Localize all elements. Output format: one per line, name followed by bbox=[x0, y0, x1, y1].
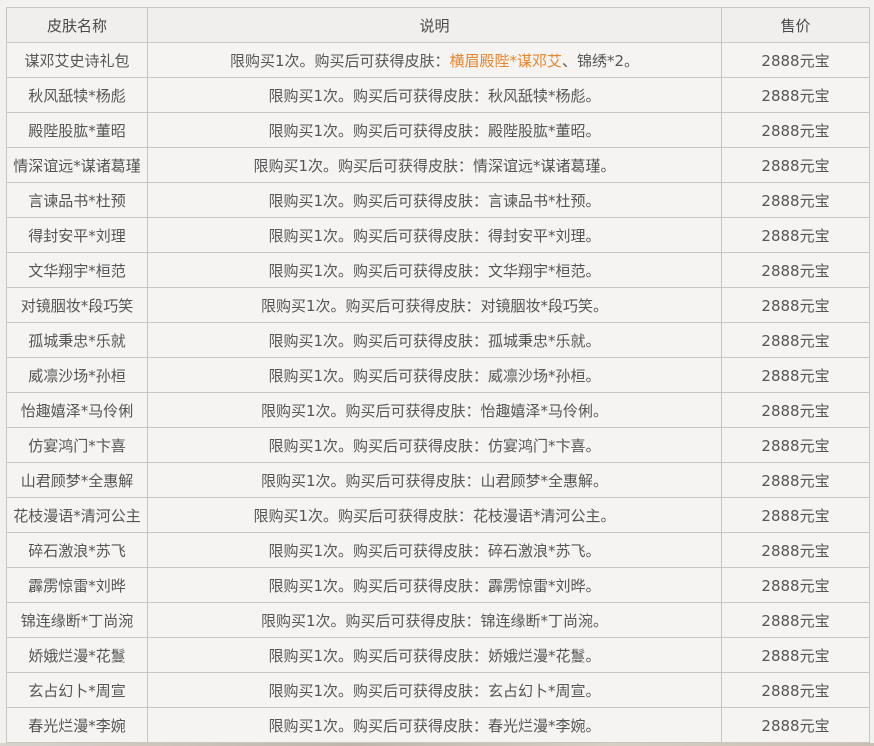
skin-name-cell: 文华翔宇*桓范 bbox=[6, 252, 148, 288]
skin-name-cell: 玄占幻卜*周宣 bbox=[6, 672, 148, 708]
skin-name-cell: 秋风舐犊*杨彪 bbox=[6, 77, 148, 113]
table-row: 情深谊远*谋诸葛瑾 限购买1次。购买后可获得皮肤：情深谊远*谋诸葛瑾。 2888… bbox=[6, 147, 870, 183]
price-cell: 2888元宝 bbox=[721, 427, 870, 463]
description-cell: 限购买1次。购买后可获得皮肤：得封安平*刘理。 bbox=[147, 217, 722, 253]
skin-name-cell: 霹雳惊雷*刘晔 bbox=[6, 567, 148, 603]
skin-name-cell: 得封安平*刘理 bbox=[6, 217, 148, 253]
table-row: 娇娥烂漫*花鬘 限购买1次。购买后可获得皮肤：娇娥烂漫*花鬘。 2888元宝 bbox=[6, 637, 870, 673]
description-cell: 限购买1次。购买后可获得皮肤：殿陛股肱*董昭。 bbox=[147, 112, 722, 148]
skin-name-cell: 娇娥烂漫*花鬘 bbox=[6, 637, 148, 673]
price-cell: 2888元宝 bbox=[721, 392, 870, 428]
description-cell: 限购买1次。购买后可获得皮肤：横眉殿陛*谋邓艾、锦绣*2。 bbox=[147, 42, 722, 78]
price-cell: 2888元宝 bbox=[721, 287, 870, 323]
table-row: 玄占幻卜*周宣 限购买1次。购买后可获得皮肤：玄占幻卜*周宣。 2888元宝 bbox=[6, 672, 870, 708]
skin-name-cell: 对镜胭妆*段巧笑 bbox=[6, 287, 148, 323]
table-row: 威凛沙场*孙桓 限购买1次。购买后可获得皮肤：威凛沙场*孙桓。 2888元宝 bbox=[6, 357, 870, 393]
price-cell: 2888元宝 bbox=[721, 112, 870, 148]
table-header-row: 皮肤名称 说明 售价 bbox=[6, 7, 870, 43]
price-cell: 2888元宝 bbox=[721, 602, 870, 638]
table-row: 仿宴鸿门*卞喜 限购买1次。购买后可获得皮肤：仿宴鸿门*卞喜。 2888元宝 bbox=[6, 427, 870, 463]
price-cell: 2888元宝 bbox=[721, 252, 870, 288]
price-cell: 2888元宝 bbox=[721, 672, 870, 708]
table-row: 孤城秉忠*乐就 限购买1次。购买后可获得皮肤：孤城秉忠*乐就。 2888元宝 bbox=[6, 322, 870, 358]
skin-name-cell: 孤城秉忠*乐就 bbox=[6, 322, 148, 358]
price-cell: 2888元宝 bbox=[721, 462, 870, 498]
table-row: 锦连缘断*丁尚涴 限购买1次。购买后可获得皮肤：锦连缘断*丁尚涴。 2888元宝 bbox=[6, 602, 870, 638]
description-text: 限购买1次。购买后可获得皮肤： bbox=[229, 51, 450, 70]
description-cell: 限购买1次。购买后可获得皮肤：霹雳惊雷*刘晔。 bbox=[147, 567, 722, 603]
skin-name-cell: 仿宴鸿门*卞喜 bbox=[6, 427, 148, 463]
skin-name-cell: 锦连缘断*丁尚涴 bbox=[6, 602, 148, 638]
price-cell: 2888元宝 bbox=[721, 707, 870, 743]
description-cell: 限购买1次。购买后可获得皮肤：碎石激浪*苏飞。 bbox=[147, 532, 722, 568]
description-cell: 限购买1次。购买后可获得皮肤：花枝漫语*清河公主。 bbox=[147, 497, 722, 533]
table-row: 得封安平*刘理 限购买1次。购买后可获得皮肤：得封安平*刘理。 2888元宝 bbox=[6, 217, 870, 253]
description-cell: 限购买1次。购买后可获得皮肤：威凛沙场*孙桓。 bbox=[147, 357, 722, 393]
skin-name-cell: 怡趣嬉泽*马伶俐 bbox=[6, 392, 148, 428]
skin-name-cell: 情深谊远*谋诸葛瑾 bbox=[6, 147, 148, 183]
header-price: 售价 bbox=[721, 7, 870, 43]
table-row: 对镜胭妆*段巧笑 限购买1次。购买后可获得皮肤：对镜胭妆*段巧笑。 2888元宝 bbox=[6, 287, 870, 323]
description-cell: 限购买1次。购买后可获得皮肤：文华翔宇*桓范。 bbox=[147, 252, 722, 288]
table-row: 碎石激浪*苏飞 限购买1次。购买后可获得皮肤：碎石激浪*苏飞。 2888元宝 bbox=[6, 532, 870, 568]
price-cell: 2888元宝 bbox=[721, 217, 870, 253]
header-description: 说明 bbox=[147, 7, 722, 43]
table-row: 谋邓艾史诗礼包 限购买1次。购买后可获得皮肤：横眉殿陛*谋邓艾、锦绣*2。 28… bbox=[6, 42, 870, 78]
description-suffix: 、锦绣*2。 bbox=[562, 51, 640, 70]
table-row: 春光烂漫*李婉 限购买1次。购买后可获得皮肤：春光烂漫*李婉。 2888元宝 bbox=[6, 707, 870, 743]
table-row: 言谏品书*杜预 限购买1次。购买后可获得皮肤：言谏品书*杜预。 2888元宝 bbox=[6, 182, 870, 218]
description-cell: 限购买1次。购买后可获得皮肤：玄占幻卜*周宣。 bbox=[147, 672, 722, 708]
table-row: 殿陛股肱*董昭 限购买1次。购买后可获得皮肤：殿陛股肱*董昭。 2888元宝 bbox=[6, 112, 870, 148]
description-cell: 限购买1次。购买后可获得皮肤：秋风舐犊*杨彪。 bbox=[147, 77, 722, 113]
skin-name-cell: 殿陛股肱*董昭 bbox=[6, 112, 148, 148]
skin-table: 皮肤名称 说明 售价 谋邓艾史诗礼包 限购买1次。购买后可获得皮肤：横眉殿陛*谋… bbox=[6, 7, 870, 743]
price-cell: 2888元宝 bbox=[721, 182, 870, 218]
description-cell: 限购买1次。购买后可获得皮肤：山君顾梦*全惠解。 bbox=[147, 462, 722, 498]
description-cell: 限购买1次。购买后可获得皮肤：怡趣嬉泽*马伶俐。 bbox=[147, 392, 722, 428]
page: 皮肤名称 说明 售价 谋邓艾史诗礼包 限购买1次。购买后可获得皮肤：横眉殿陛*谋… bbox=[0, 0, 874, 746]
description-cell: 限购买1次。购买后可获得皮肤：言谏品书*杜预。 bbox=[147, 182, 722, 218]
price-cell: 2888元宝 bbox=[721, 497, 870, 533]
table-row: 秋风舐犊*杨彪 限购买1次。购买后可获得皮肤：秋风舐犊*杨彪。 2888元宝 bbox=[6, 77, 870, 113]
highlighted-skin-link[interactable]: 横眉殿陛*谋邓艾 bbox=[449, 52, 562, 70]
skin-name-cell: 碎石激浪*苏飞 bbox=[6, 532, 148, 568]
table-row: 山君顾梦*全惠解 限购买1次。购买后可获得皮肤：山君顾梦*全惠解。 2888元宝 bbox=[6, 462, 870, 498]
price-cell: 2888元宝 bbox=[721, 532, 870, 568]
description-cell: 限购买1次。购买后可获得皮肤：孤城秉忠*乐就。 bbox=[147, 322, 722, 358]
skin-name-cell: 谋邓艾史诗礼包 bbox=[6, 42, 148, 78]
table-row: 怡趣嬉泽*马伶俐 限购买1次。购买后可获得皮肤：怡趣嬉泽*马伶俐。 2888元宝 bbox=[6, 392, 870, 428]
skin-name-cell: 威凛沙场*孙桓 bbox=[6, 357, 148, 393]
table-row: 花枝漫语*清河公主 限购买1次。购买后可获得皮肤：花枝漫语*清河公主。 2888… bbox=[6, 497, 870, 533]
price-cell: 2888元宝 bbox=[721, 567, 870, 603]
price-cell: 2888元宝 bbox=[721, 357, 870, 393]
description-cell: 限购买1次。购买后可获得皮肤：仿宴鸿门*卞喜。 bbox=[147, 427, 722, 463]
skin-name-cell: 言谏品书*杜预 bbox=[6, 182, 148, 218]
skin-name-cell: 春光烂漫*李婉 bbox=[6, 707, 148, 743]
price-cell: 2888元宝 bbox=[721, 637, 870, 673]
skin-name-cell: 山君顾梦*全惠解 bbox=[6, 462, 148, 498]
skin-name-cell: 花枝漫语*清河公主 bbox=[6, 497, 148, 533]
price-cell: 2888元宝 bbox=[721, 147, 870, 183]
price-cell: 2888元宝 bbox=[721, 322, 870, 358]
description-cell: 限购买1次。购买后可获得皮肤：娇娥烂漫*花鬘。 bbox=[147, 637, 722, 673]
description-cell: 限购买1次。购买后可获得皮肤：情深谊远*谋诸葛瑾。 bbox=[147, 147, 722, 183]
header-skin-name: 皮肤名称 bbox=[6, 7, 148, 43]
table-row: 霹雳惊雷*刘晔 限购买1次。购买后可获得皮肤：霹雳惊雷*刘晔。 2888元宝 bbox=[6, 567, 870, 603]
table-row: 文华翔宇*桓范 限购买1次。购买后可获得皮肤：文华翔宇*桓范。 2888元宝 bbox=[6, 252, 870, 288]
price-cell: 2888元宝 bbox=[721, 77, 870, 113]
description-cell: 限购买1次。购买后可获得皮肤：春光烂漫*李婉。 bbox=[147, 707, 722, 743]
description-cell: 限购买1次。购买后可获得皮肤：锦连缘断*丁尚涴。 bbox=[147, 602, 722, 638]
description-cell: 限购买1次。购买后可获得皮肤：对镜胭妆*段巧笑。 bbox=[147, 287, 722, 323]
price-cell: 2888元宝 bbox=[721, 42, 870, 78]
